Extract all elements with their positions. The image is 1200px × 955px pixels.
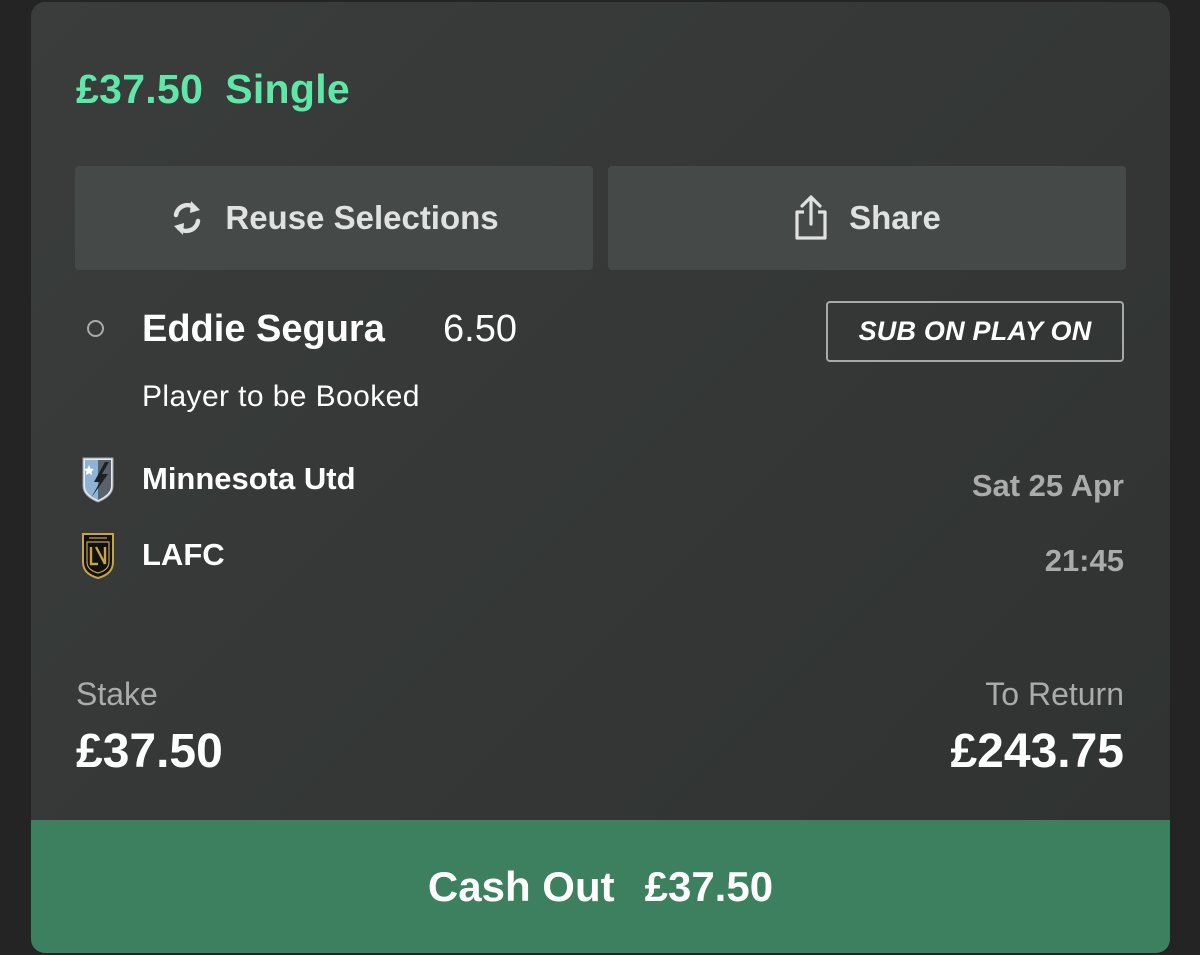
to-return-value: £243.75 [950, 725, 1124, 778]
bet-type-label: Single [225, 66, 351, 112]
bet-header-amount: £37.50 [76, 66, 204, 112]
selection-odds: 6.50 [443, 308, 517, 350]
share-button[interactable]: Share [608, 166, 1126, 270]
stake-label: Stake [76, 676, 158, 712]
selection-player-name: Eddie Segura [142, 308, 385, 350]
stake-value: £37.50 [76, 725, 223, 778]
lafc-crest-icon [81, 532, 115, 580]
reuse-selections-label: Reuse Selections [225, 199, 499, 236]
bet-card: £37.50 Single Reuse Selections Share Eddi… [31, 2, 1170, 953]
cash-out-label: Cash Out [427, 862, 615, 910]
sub-on-play-on-badge: SUB ON PLAY ON [826, 301, 1124, 362]
to-return-label: To Return [985, 676, 1124, 712]
event-time: 21:45 [1044, 543, 1124, 578]
home-team-name: Minnesota Utd [142, 461, 356, 496]
bet-header: £37.50 Single [76, 66, 350, 113]
refresh-icon [169, 199, 205, 237]
share-icon [793, 195, 829, 241]
cash-out-button[interactable]: Cash Out £37.50 [31, 820, 1170, 953]
cash-out-amount: £37.50 [644, 862, 774, 910]
event-date: Sat 25 Apr [971, 468, 1124, 503]
selection-market: Player to be Booked [142, 380, 420, 413]
minnesota-united-crest-icon [81, 456, 115, 504]
away-team-name: LAFC [142, 537, 225, 572]
share-label: Share [849, 199, 941, 236]
selection-status-icon [87, 320, 104, 337]
reuse-selections-button[interactable]: Reuse Selections [75, 166, 593, 270]
